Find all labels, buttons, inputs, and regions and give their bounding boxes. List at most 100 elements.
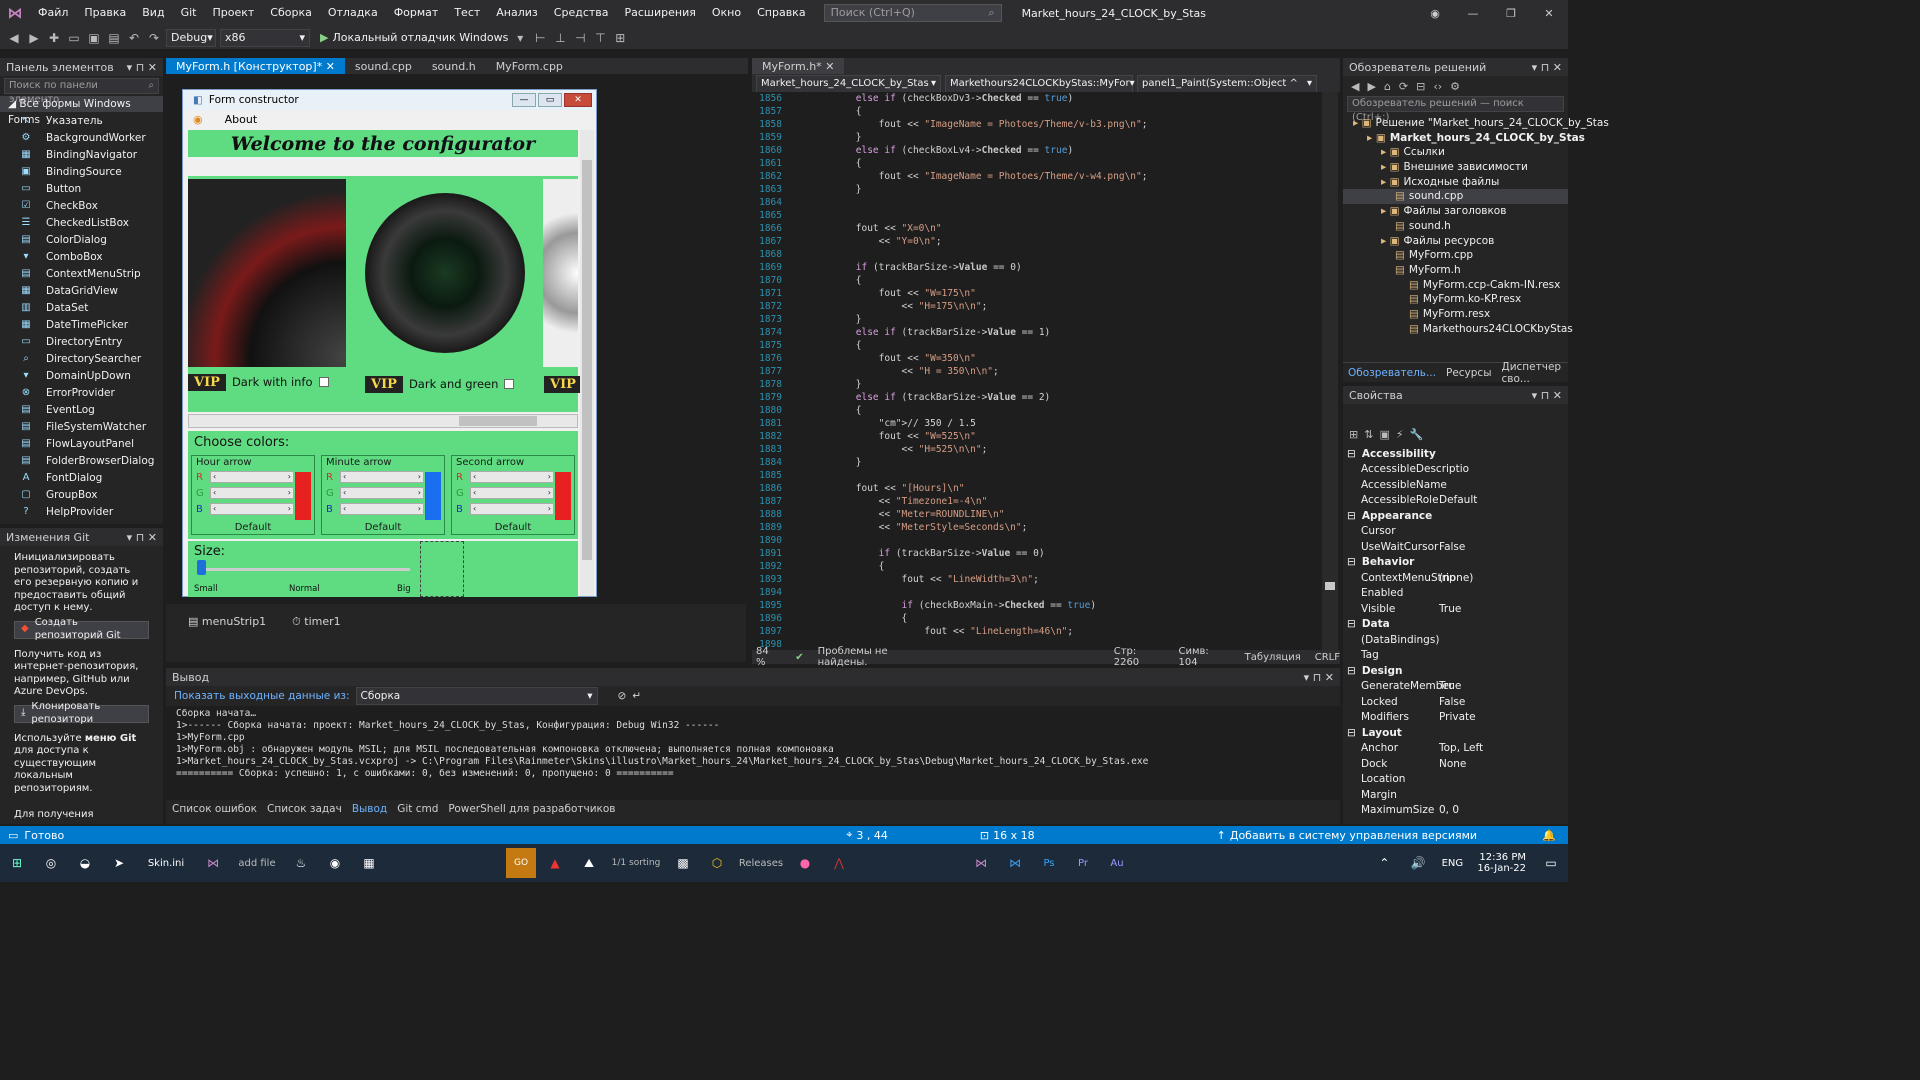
forward-icon[interactable]: ▶	[1367, 80, 1375, 93]
configuration-select[interactable]: Debug ▾	[166, 28, 216, 47]
form-window[interactable]: ◧ Form constructor — ▭ ✕ ◉ About Welcome t…	[182, 89, 597, 597]
run-debugger-button[interactable]: Локальный отладчик Windows	[332, 31, 508, 44]
property-row[interactable]: GenerateMember True	[1347, 679, 1568, 695]
toolbox-item[interactable]: ▦ DataGridView	[0, 282, 163, 299]
property-row[interactable]: Dock None	[1347, 756, 1568, 772]
output-tab[interactable]: PowerShell для разработчиков	[448, 803, 615, 815]
menu-6[interactable]: Отладка	[320, 0, 386, 26]
steam-icon[interactable]: ♨	[286, 848, 316, 878]
app2-icon[interactable]: ⋀	[824, 848, 854, 878]
property-value[interactable]: (none)	[1439, 572, 1473, 584]
save-icon[interactable]: ▣	[86, 30, 102, 46]
second-color-scrollbar[interactable]: ‹ ›	[470, 503, 554, 515]
property-category[interactable]: ⊟ Behavior	[1347, 555, 1568, 571]
member-nav-select[interactable]: panel1_Paint(System::Object ^ sende ▾	[1137, 75, 1317, 105]
tab-myform-h[interactable]: MyForm.h* ✕	[752, 58, 845, 74]
menustrip-component[interactable]: ▤ menuStrip1	[188, 615, 266, 651]
minimize-button[interactable]: —	[1454, 7, 1492, 20]
minute-color-scrollbar[interactable]: ‹ ›	[340, 471, 424, 483]
new-project-icon[interactable]: ✚	[46, 30, 62, 46]
about-menu-item[interactable]: About	[225, 113, 258, 126]
property-value[interactable]: Private	[1439, 711, 1476, 723]
minute-default-button[interactable]: Default	[322, 522, 444, 533]
notifications-icon[interactable]: 🔔	[1542, 829, 1556, 842]
minecraft-icon[interactable]: ▩	[668, 848, 698, 878]
dropdown-icon[interactable]: ▾	[512, 30, 528, 46]
size-trackbar[interactable]	[198, 568, 410, 571]
toolbox-item[interactable]: ▢ GroupBox	[0, 486, 163, 503]
toolbox-item[interactable]: ⌕ DirectorySearcher	[0, 350, 163, 367]
pin-icon[interactable]: ▾ ⊓ ✕	[1532, 389, 1562, 402]
volume-icon[interactable]: 🔊	[1403, 848, 1433, 878]
redo-icon[interactable]: ↷	[146, 30, 162, 46]
collapse-icon[interactable]: ⊟	[1416, 80, 1425, 93]
start-button[interactable]: ⊞	[2, 848, 32, 878]
property-category[interactable]: ⊟ Appearance	[1347, 508, 1568, 524]
close-icon[interactable]: ✕	[825, 60, 834, 73]
chrome-icon[interactable]: ◎	[36, 848, 66, 878]
menu-9[interactable]: Анализ	[488, 0, 546, 26]
property-row[interactable]: Enabled	[1347, 586, 1568, 602]
pin-icon[interactable]: ▾ ⊓ ✕	[127, 61, 157, 74]
minute-color-scrollbar[interactable]: ‹ ›	[340, 487, 424, 499]
designer-tab[interactable]: sound.h	[422, 58, 486, 74]
events-icon[interactable]: ⚡	[1396, 428, 1404, 441]
form-scrollbar-thumb[interactable]	[582, 160, 592, 560]
solution-tab[interactable]: Ресурсы	[1446, 367, 1492, 379]
account-icon[interactable]: ◉	[1416, 7, 1454, 20]
code-editor[interactable]: 1856 else if (checkBoxDv3->Checked == tr…	[752, 92, 1322, 650]
property-value[interactable]: Default	[1439, 494, 1477, 506]
form-close-button[interactable]: ✕	[564, 93, 592, 107]
collapse-icon[interactable]: ⊟	[1347, 510, 1356, 522]
property-row[interactable]: Modifiers Private	[1347, 710, 1568, 726]
toolbox-item[interactable]: ▭ DirectoryEntry	[0, 333, 163, 350]
maximize-button[interactable]: ❐	[1492, 7, 1530, 20]
align-center-icon[interactable]: ⊥	[552, 30, 568, 46]
property-category[interactable]: ⊟ Accessibility	[1347, 446, 1568, 462]
theme1-preview[interactable]	[188, 179, 346, 367]
property-row[interactable]: Locked False	[1347, 694, 1568, 710]
pin-icon[interactable]: ▾ ⊓ ✕	[127, 531, 157, 544]
minute-color-scrollbar[interactable]: ‹ ›	[340, 503, 424, 515]
git-menu-link[interactable]: меню Git	[85, 733, 136, 744]
property-value[interactable]: False	[1439, 541, 1465, 553]
property-row[interactable]: AccessibleDescriptio	[1347, 462, 1568, 478]
language-indicator[interactable]: ENG	[1437, 848, 1467, 878]
toolbox-item[interactable]: ⚙ BackgroundWorker	[0, 129, 163, 146]
collapse-icon[interactable]: ⊟	[1347, 448, 1356, 460]
properties-object-select[interactable]	[1343, 404, 1568, 422]
menu-11[interactable]: Расширения	[617, 0, 704, 26]
property-pages-icon[interactable]: 🔧	[1410, 428, 1424, 441]
size-trackbar-thumb[interactable]	[197, 560, 206, 575]
taskbar-releases[interactable]: Releases	[736, 848, 786, 878]
collapse-icon[interactable]: ⊟	[1347, 665, 1356, 677]
scrollbar-thumb[interactable]	[459, 416, 537, 426]
property-row[interactable]: Anchor Top, Left	[1347, 741, 1568, 757]
adobe-icon[interactable]: ▲	[540, 848, 570, 878]
designer-tab[interactable]: sound.cpp	[345, 58, 422, 74]
zoom-level[interactable]: 84 %	[756, 646, 781, 668]
property-value[interactable]: None	[1439, 758, 1466, 770]
menu-13[interactable]: Справка	[749, 0, 813, 26]
menu-12[interactable]: Окно	[704, 0, 749, 26]
output-source-select[interactable]: Сборка ▾	[355, 687, 598, 705]
toolbox-item[interactable]: ▤ FileSystemWatcher	[0, 418, 163, 435]
menu-7[interactable]: Формат	[386, 0, 447, 26]
toolbox-item[interactable]: ▤ ColorDialog	[0, 231, 163, 248]
output-tab[interactable]: Список ошибок	[172, 803, 257, 815]
toolbox-group[interactable]: ◢ Все формы Windows Forms	[0, 96, 163, 126]
run-icon[interactable]: ▶	[320, 31, 328, 44]
solution-tree-item[interactable]: ▤ MyForm.resx	[1343, 307, 1568, 322]
property-row[interactable]: MaximumSize 0, 0	[1347, 803, 1568, 819]
toolbox-item[interactable]: ▾ DomainUpDown	[0, 367, 163, 384]
add-to-source-control[interactable]: Добавить в систему управления версиями	[1230, 829, 1477, 842]
collapse-icon[interactable]: ⊟	[1347, 556, 1356, 568]
menu-3[interactable]: Git	[173, 0, 205, 26]
solution-tree-item[interactable]: ▸ ▣ Market_hours_24_CLOCK_by_Stas	[1343, 131, 1585, 146]
clock[interactable]: 12:36 PM 16-Jan-22	[1477, 852, 1526, 874]
solution-tree-item[interactable]: ▤ MyForm.h	[1343, 263, 1568, 278]
vscode-icon[interactable]: ⋈	[1000, 848, 1030, 878]
toolbox-item[interactable]: ↖ Указатель	[0, 112, 163, 129]
platform-select[interactable]: x86 ▾	[220, 28, 310, 47]
property-row[interactable]: ContextMenuStrip (none)	[1347, 570, 1568, 586]
